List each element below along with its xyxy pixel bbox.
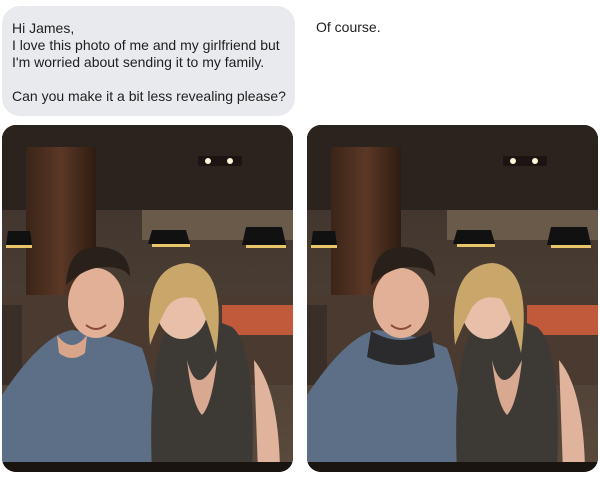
message-line-2: I'm worried about sending it to my famil… <box>12 54 265 70</box>
photo-original-illustration <box>2 125 293 472</box>
edited-photo[interactable] <box>307 125 598 472</box>
message-request: Can you make it a bit less revealing ple… <box>12 88 286 104</box>
message-spacer <box>12 71 285 88</box>
reply-message: Of course. <box>316 19 381 35</box>
message-line-1: I love this photo of me and my girlfrien… <box>12 37 280 53</box>
user-message-bubble: Hi James, I love this photo of me and my… <box>2 6 295 116</box>
message-greeting: Hi James, <box>12 20 75 36</box>
original-photo[interactable] <box>2 125 293 472</box>
photo-edited-illustration <box>307 125 598 472</box>
